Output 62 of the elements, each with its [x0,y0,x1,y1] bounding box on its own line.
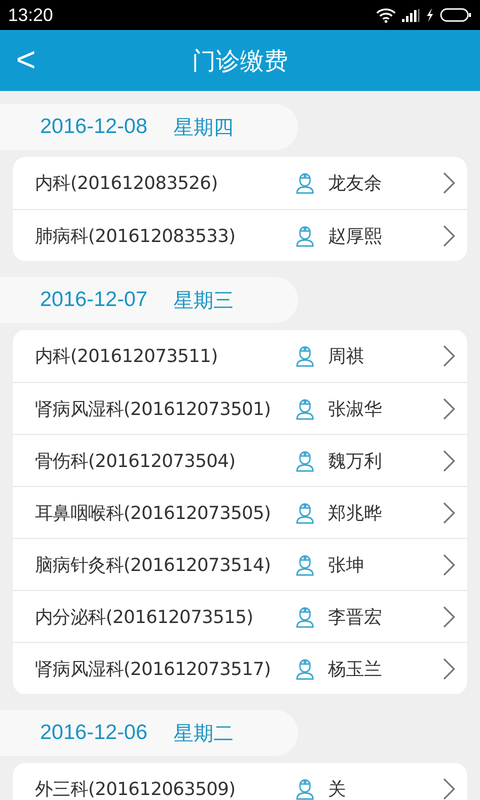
record-row[interactable]: 耳鼻咽喉科(201612073505) 郑兆晔 [13,486,467,538]
doctor-icon [295,450,315,472]
record-row[interactable]: 外三科(201612063509) 关 [13,763,467,800]
date-text: 2016-12-07 [40,288,148,312]
department-text: 骨伤科(201612073504) [35,450,236,472]
chevron-icon [443,398,455,420]
department-text: 脑病针灸科(201612073514) [35,554,272,576]
charging-icon [426,8,434,22]
doctor-name: 龙友余 [328,172,383,195]
weekday-text: 星期三 [173,286,234,314]
doctor-icon [295,345,315,367]
weekday-text: 星期二 [173,720,234,746]
doctor-icon [295,172,315,194]
record-row[interactable]: 肾病风湿科(201612073517) 杨玉兰 [13,642,467,694]
status-time: 13:20 [8,4,54,26]
date-text: 2016-12-06 [40,721,148,745]
doctor-icon [295,398,315,420]
record-row[interactable]: 肾病风湿科(201612073501) 张淑华 [13,382,467,434]
date-text: 2016-12-08 [40,115,148,139]
record-row[interactable]: 脑病针灸科(201612073514) 张坤 [13,538,467,590]
chevron-icon [443,172,455,194]
signal-icon [402,8,420,22]
doctor-name: 李晋宏 [328,606,383,628]
department-text: 肾病风湿科(201612073517) [35,658,272,680]
record-row[interactable]: 肺病科(201612083533) 赵厚熙 [13,209,467,261]
record-row[interactable]: 内科(201612083526) 龙友余 [13,157,467,209]
department-text: 内分泌科(201612073515) [35,606,254,628]
department-text: 外三科(201612063509) [35,778,236,800]
doctor-name: 张淑华 [328,398,383,420]
department-text: 耳鼻咽喉科(201612073505) [35,502,272,524]
doctor-icon [295,778,315,800]
doctor-icon [295,554,315,576]
record-row[interactable]: 骨伤科(201612073504) 魏万利 [13,434,467,486]
page-title: 门诊缴费 [192,46,288,76]
battery-icon [440,8,472,22]
doctor-icon [295,658,315,680]
doctor-name: 杨玉兰 [328,658,383,680]
doctor-icon [295,224,315,246]
doctor-icon [295,606,315,628]
doctor-name: 周祺 [328,345,365,368]
doctor-icon [295,502,315,524]
chevron-icon [443,554,455,576]
doctor-name: 关 [328,778,347,800]
wifi-icon [376,8,396,22]
chevron-icon [443,450,455,472]
doctor-name: 郑兆晔 [328,502,383,524]
department-text: 内科(201612083526) [35,172,219,195]
chevron-icon [443,778,455,800]
chevron-icon [443,345,455,367]
record-row[interactable]: 内分泌科(201612073515) 李晋宏 [13,590,467,642]
doctor-name: 赵厚熙 [328,224,383,248]
department-text: 肾病风湿科(201612073501) [35,398,272,420]
chevron-icon [443,224,455,246]
doctor-name: 张坤 [328,554,365,576]
department-text: 肺病科(201612083533) [35,224,236,248]
doctor-name: 魏万利 [328,450,383,472]
chevron-icon [443,658,455,680]
chevron-icon [443,502,455,524]
weekday-text: 星期四 [173,114,234,140]
chevron-icon [443,606,455,628]
record-row[interactable]: 内科(201612073511) 周祺 [13,330,467,382]
department-text: 内科(201612073511) [35,345,219,368]
